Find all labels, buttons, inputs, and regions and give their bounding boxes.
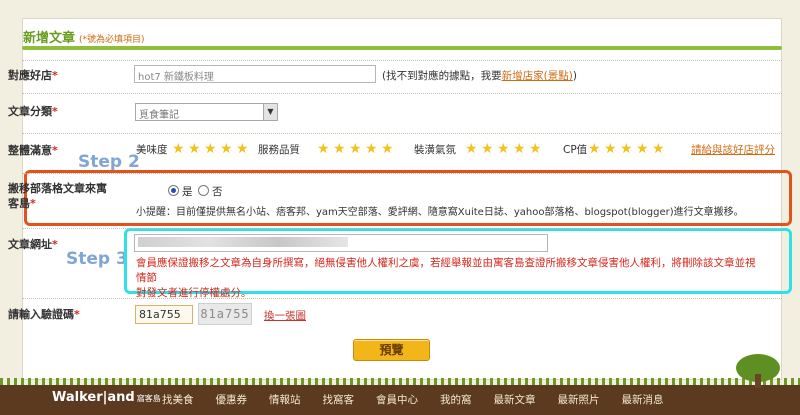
footer-nav-latest-news[interactable]: 最新消息 — [622, 392, 664, 407]
add-store-link[interactable]: 新增店家(景點) — [502, 70, 573, 82]
url-label: 文章網址* — [8, 238, 58, 251]
star-icon[interactable]: ★ — [317, 142, 331, 156]
rating-stars-taste[interactable]: ★ ★ ★ ★ ★ — [172, 142, 250, 156]
move-yes-label: 是 — [182, 186, 193, 198]
footer-nav-find-users[interactable]: 找窩客 — [323, 392, 355, 407]
rating-group-cp: CP值 — [563, 144, 588, 156]
star-icon[interactable]: ★ — [652, 142, 666, 156]
star-icon[interactable]: ★ — [172, 142, 186, 156]
footer-nav-my-home[interactable]: 我的窩 — [440, 392, 472, 407]
rating-stars-ambience[interactable]: ★ ★ ★ ★ ★ — [465, 142, 543, 156]
store-label: 對應好店* — [8, 69, 58, 82]
move-no-radio[interactable] — [198, 185, 209, 196]
form-title: 新增文章 — [23, 31, 76, 46]
step2-annotation: Step 2 — [78, 152, 140, 172]
chevron-down-icon: ▼ — [263, 104, 277, 120]
store-hint: (找不到對應的據點，我要新增店家(景點)) — [382, 70, 577, 82]
star-icon[interactable]: ★ — [204, 142, 218, 156]
footer-nav: 找美食 優惠券 情報站 找窩客 會員中心 我的窩 最新文章 最新照片 最新消息 — [162, 392, 664, 407]
move-yes-radio[interactable] — [168, 185, 179, 196]
move-no-label: 否 — [212, 186, 223, 198]
preview-button[interactable]: 預覽 — [353, 339, 430, 361]
category-select[interactable]: 覓食筆記 ▼ — [135, 103, 278, 121]
rating-group-ambience: 裝潢氣氛 — [414, 144, 456, 156]
star-icon[interactable]: ★ — [220, 142, 234, 156]
category-label: 文章分類* — [8, 105, 58, 118]
rating-label: 整體滿意* — [8, 144, 58, 157]
captcha-refresh-link[interactable]: 換一張圖 — [264, 308, 306, 323]
footer-nav-food[interactable]: 找美食 — [162, 392, 194, 407]
star-icon[interactable]: ★ — [381, 142, 395, 156]
star-icon[interactable]: ★ — [513, 142, 527, 156]
star-icon[interactable]: ★ — [349, 142, 363, 156]
footer-nav-member-center[interactable]: 會員中心 — [376, 392, 418, 407]
tree-icon — [736, 354, 780, 388]
rating-group-taste: 美味度 — [136, 144, 168, 156]
star-icon[interactable]: ★ — [481, 142, 495, 156]
star-icon[interactable]: ★ — [620, 142, 634, 156]
required-note: (*號為必填項目) — [79, 35, 145, 45]
star-icon[interactable]: ★ — [588, 142, 602, 156]
rating-stars-cp[interactable]: ★ ★ ★ ★ ★ — [588, 142, 666, 156]
title-divider — [22, 46, 782, 50]
captcha-image: 81a755 — [198, 303, 252, 325]
walkerland-logo[interactable]: Walker|and 窩客島 — [52, 390, 161, 405]
move-tip: 小提醒：目前僅提供無名小站、痞客邦、yam天空部落、愛評網、隨意窩Xuite日誌… — [136, 207, 744, 218]
footer-nav-coupons[interactable]: 優惠券 — [216, 392, 248, 407]
move-label: 搬移部落格文章來寓 客島* — [8, 182, 107, 210]
rating-stars-service[interactable]: ★ ★ ★ ★ ★ — [317, 142, 395, 156]
captcha-label: 請輸入驗證碼* — [8, 308, 80, 321]
rating-group-service: 服務品質 — [258, 144, 300, 156]
article-url-input[interactable] — [134, 234, 548, 252]
redacted-url-value — [138, 237, 348, 247]
store-input[interactable]: hot7 新鐵板料理 — [134, 65, 376, 83]
star-icon[interactable]: ★ — [604, 142, 618, 156]
url-warning: 會員應保證搬移之文章為自身所撰寫，絕無侵害他人權利之虞，若經舉報並由寓客島查證所… — [136, 257, 756, 299]
footer-nav-latest-photos[interactable]: 最新照片 — [558, 392, 600, 407]
star-icon[interactable]: ★ — [529, 142, 543, 156]
footer-nav-latest-articles[interactable]: 最新文章 — [494, 392, 536, 407]
captcha-input[interactable]: 81a755 — [135, 305, 193, 324]
star-icon[interactable]: ★ — [465, 142, 479, 156]
star-icon[interactable]: ★ — [333, 142, 347, 156]
star-icon[interactable]: ★ — [236, 142, 250, 156]
footer-nav-news-station[interactable]: 情報站 — [269, 392, 301, 407]
star-icon[interactable]: ★ — [497, 142, 511, 156]
star-icon[interactable]: ★ — [636, 142, 650, 156]
star-icon[interactable]: ★ — [188, 142, 202, 156]
category-selected-value: 覓食筆記 — [139, 110, 179, 121]
star-icon[interactable]: ★ — [365, 142, 379, 156]
rating-link[interactable]: 請給與該好店評分 — [691, 142, 775, 157]
page-title: 新增文章 (*號為必填項目) — [23, 27, 145, 46]
